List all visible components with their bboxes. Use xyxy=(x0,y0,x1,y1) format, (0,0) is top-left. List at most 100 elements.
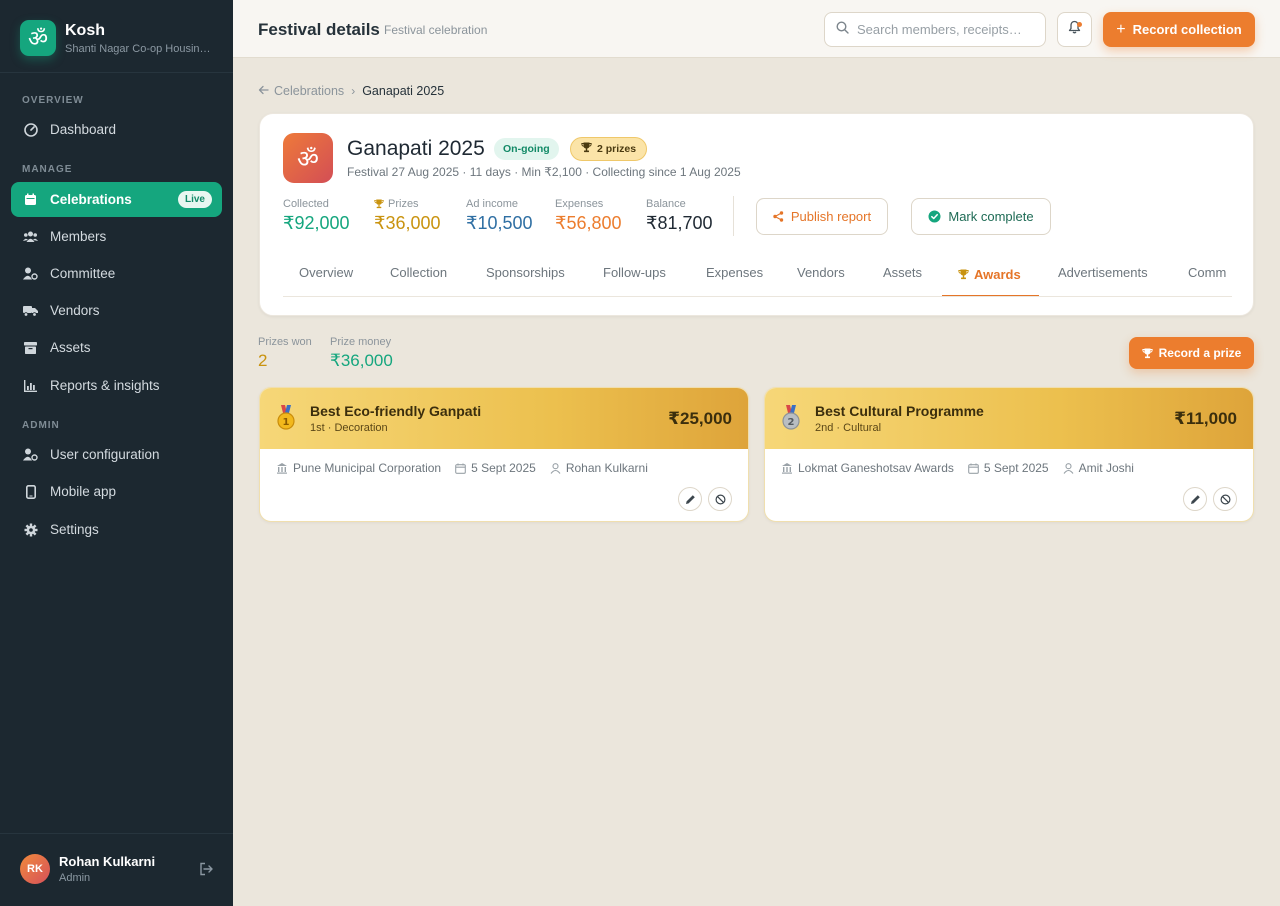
stat-balance: Balance ₹81,700 xyxy=(646,198,713,234)
top-bar: Festival details Festival celebration + … xyxy=(233,0,1280,58)
sidebar-item-label: Reports & insights xyxy=(50,378,160,393)
award-amount: ₹25,000 xyxy=(668,409,732,428)
sidebar-item-members[interactable]: Members xyxy=(11,219,222,254)
user-settings-icon xyxy=(23,447,38,462)
sidebar-item-vendors[interactable]: Vendors xyxy=(11,293,222,328)
award-subtitle: 1st · Decoration xyxy=(310,422,388,434)
user-icon xyxy=(1063,462,1079,474)
user-icon xyxy=(550,462,566,474)
tab-sponsorships[interactable]: Sponsorships xyxy=(486,265,565,280)
award-title: Best Eco-friendly Ganpati xyxy=(310,403,482,419)
user-cog-icon xyxy=(23,266,38,281)
section-label-manage: MANAGE xyxy=(22,164,73,175)
search-box[interactable] xyxy=(824,12,1046,47)
notifications-button[interactable] xyxy=(1057,12,1092,47)
sidebar-item-label: Mobile app xyxy=(50,484,117,499)
om-logo-icon: ॐ xyxy=(20,20,56,56)
tab-overview[interactable]: Overview xyxy=(299,265,353,280)
stat-value: ₹36,000 xyxy=(374,213,441,233)
svg-text:2: 2 xyxy=(788,417,795,428)
plus-icon: + xyxy=(1116,20,1126,38)
stat-label: Balance xyxy=(646,198,686,210)
sidebar-item-user-configuration[interactable]: User configuration xyxy=(11,437,222,472)
stat-label: Collected xyxy=(283,198,329,210)
logout-icon[interactable] xyxy=(199,862,213,876)
sidebar-item-label: Settings xyxy=(50,522,99,537)
edit-award-button[interactable] xyxy=(678,487,702,511)
mobile-phone-icon xyxy=(23,484,38,499)
check-circle-icon xyxy=(928,210,948,223)
sidebar-divider xyxy=(0,833,233,834)
tab-awards-label: Awards xyxy=(974,267,1021,282)
tab-advertisements[interactable]: Advertisements xyxy=(1058,265,1148,280)
record-prize-label: Record a prize xyxy=(1158,346,1242,360)
sidebar-item-reports[interactable]: Reports & insights xyxy=(11,368,222,403)
award-title: Best Cultural Programme xyxy=(815,403,984,419)
calendar-icon xyxy=(968,463,984,474)
tab-expenses[interactable]: Expenses xyxy=(706,265,763,280)
stat-value: ₹81,700 xyxy=(646,213,713,233)
stat-prizes: Prizes ₹36,000 xyxy=(374,198,441,234)
prizes-badge-label: 2 prizes xyxy=(597,143,637,155)
sidebar-item-assets[interactable]: Assets xyxy=(11,330,222,365)
award-amount: ₹11,000 xyxy=(1174,409,1237,428)
sidebar-item-label: Assets xyxy=(50,340,91,355)
stat-value: ₹56,800 xyxy=(555,213,622,233)
avatar: RK xyxy=(20,854,50,884)
live-badge: Live xyxy=(177,191,212,208)
prize-money-value: ₹36,000 xyxy=(330,351,393,370)
tab-collection[interactable]: Collection xyxy=(390,265,447,280)
breadcrumb-current: Ganapati 2025 xyxy=(362,84,445,98)
disable-award-button[interactable] xyxy=(1213,487,1237,511)
sidebar-item-dashboard[interactable]: Dashboard xyxy=(11,112,222,147)
sidebar-item-mobile-app[interactable]: Mobile app xyxy=(11,474,222,509)
award-organizer: Lokmat Ganeshotsav Awards xyxy=(781,461,954,475)
disable-award-button[interactable] xyxy=(708,487,732,511)
sidebar-item-settings[interactable]: Settings xyxy=(11,512,222,547)
sidebar-item-label: Committee xyxy=(50,266,116,281)
user-profile[interactable]: RK Rohan Kulkarni Admin xyxy=(20,854,155,884)
tab-assets[interactable]: Assets xyxy=(883,265,922,280)
stat-expenses: Expenses ₹56,800 xyxy=(555,198,622,234)
award-header: 2 Best Cultural Programme 2nd · Cultural… xyxy=(765,388,1253,449)
stat-value: ₹92,000 xyxy=(283,213,350,233)
ban-icon xyxy=(1219,493,1231,505)
breadcrumb-celebrations-link[interactable]: Celebrations xyxy=(274,84,344,98)
sidebar-item-celebrations[interactable]: Celebrations Live xyxy=(11,182,222,217)
svg-text:1: 1 xyxy=(283,417,290,428)
silver-medal-icon: 2 xyxy=(781,405,801,436)
award-recorded-by: Amit Joshi xyxy=(1063,461,1134,475)
tab-communications[interactable]: Comm xyxy=(1188,265,1226,280)
sidebar-item-label: Celebrations xyxy=(50,192,132,207)
sidebar-item-label: Dashboard xyxy=(50,122,117,137)
search-input[interactable] xyxy=(857,22,1027,37)
tab-awards[interactable]: Awards xyxy=(958,267,1021,282)
back-arrow-icon[interactable] xyxy=(258,84,269,98)
sidebar-divider xyxy=(0,72,233,73)
gear-icon xyxy=(23,522,38,537)
sidebar-item-committee[interactable]: Committee xyxy=(11,256,222,291)
festival-meta: Festival 27 Aug 2025 · 11 days · Min ₹2,… xyxy=(347,165,741,179)
tab-vendors[interactable]: Vendors xyxy=(797,265,845,280)
award-meta: Lokmat Ganeshotsav Awards 5 Sept 2025 Am… xyxy=(781,461,1148,475)
record-prize-button[interactable]: Record a prize xyxy=(1129,337,1254,369)
award-organizer: Pune Municipal Corporation xyxy=(276,461,441,475)
award-card: 2 Best Cultural Programme 2nd · Cultural… xyxy=(764,387,1254,522)
bar-chart-icon xyxy=(23,378,38,393)
active-tab-indicator xyxy=(942,295,1039,296)
truck-icon xyxy=(23,303,38,318)
award-card: 1 Best Eco-friendly Ganpati 1st · Decora… xyxy=(259,387,749,522)
publish-report-button[interactable]: Publish report xyxy=(756,198,888,235)
record-collection-label: Record collection xyxy=(1132,22,1242,37)
pencil-icon xyxy=(1190,494,1201,505)
award-meta: Pune Municipal Corporation 5 Sept 2025 R… xyxy=(276,461,662,475)
user-role: Admin xyxy=(59,872,91,884)
record-collection-button[interactable]: + Record collection xyxy=(1103,12,1255,47)
page-title: Festival details xyxy=(258,20,380,39)
mark-complete-button[interactable]: Mark complete xyxy=(911,198,1051,235)
stat-collected: Collected ₹92,000 xyxy=(283,198,350,234)
edit-award-button[interactable] xyxy=(1183,487,1207,511)
brand[interactable]: ॐ Kosh Shanti Nagar Co-op Housing Societ… xyxy=(20,20,215,56)
pencil-icon xyxy=(685,494,696,505)
tab-follow-ups[interactable]: Follow-ups xyxy=(603,265,666,280)
